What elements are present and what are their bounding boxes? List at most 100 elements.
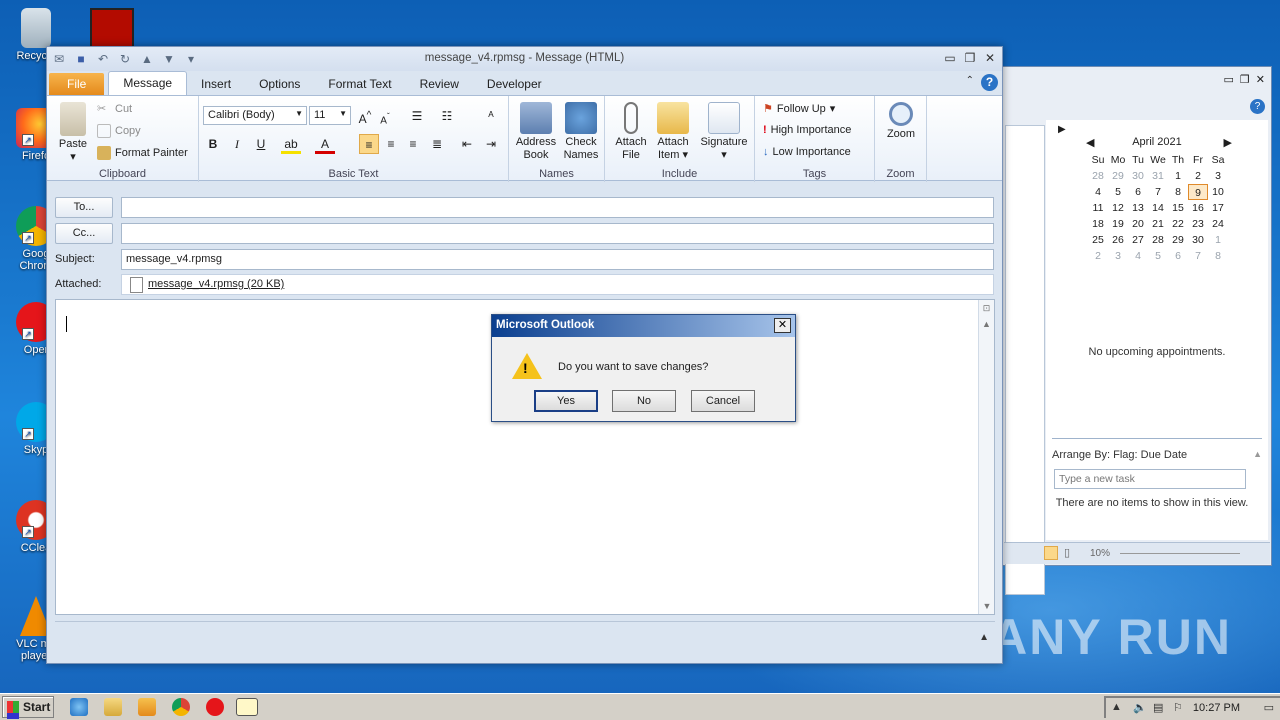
tab-message[interactable]: Message (108, 71, 188, 95)
bg-window-controls: ▭ ❐ ✕ (1224, 73, 1266, 86)
attach-item-button[interactable]: Attach Item ▾ (653, 102, 693, 162)
scroll-up-icon[interactable]: ▲ (979, 316, 994, 332)
week-row[interactable]: 2345678 (1088, 248, 1228, 264)
taskbar: Start ▲ 🔈 ▤ ⚐ 10:27 PM ▭ (0, 693, 1280, 720)
bullets-icon[interactable]: ☰ (407, 106, 427, 126)
cut-button[interactable]: ✂ Cut (97, 102, 132, 116)
zoom-slider[interactable] (1120, 553, 1240, 554)
tab-developer[interactable]: Developer (473, 73, 556, 95)
title-bar: ✉ ■ ↶ ↻ ▲ ▼ ▾ message_v4.rpmsg - Message… (47, 47, 1002, 71)
font-size-select[interactable]: 11 ▼ (309, 106, 351, 125)
ie-taskbar-icon[interactable] (70, 698, 88, 716)
scroll-down-icon[interactable]: ▼ (979, 598, 995, 614)
highlight-icon[interactable]: ab (281, 134, 301, 154)
align-left-icon[interactable]: ≡ (359, 134, 379, 154)
reading-view-icon[interactable]: ▯ (1064, 546, 1070, 559)
show-hidden-icons-icon[interactable]: ▲ (1111, 701, 1122, 713)
maximize-icon[interactable]: ❐ (1240, 73, 1250, 86)
clear-formatting-icon[interactable]: ᴬ (481, 106, 501, 126)
dialog-message: Do you want to save changes? (558, 361, 709, 373)
check-names-button[interactable]: Check Names (559, 102, 603, 162)
ruler-icon[interactable]: ⊡ (979, 300, 994, 316)
address-book-button[interactable]: Address Book (513, 102, 559, 162)
explorer-taskbar-icon[interactable] (104, 698, 122, 716)
tab-file[interactable]: File (49, 73, 105, 95)
opera-taskbar-icon[interactable] (206, 698, 224, 716)
zoom-button[interactable]: Zoom (881, 102, 921, 141)
window-controls: ▭ ❐ ✕ (942, 50, 998, 66)
maximize-icon[interactable]: ❐ (962, 50, 978, 66)
weekday-row: Su Mo Tu We Th Fr Sa (1091, 154, 1225, 166)
tab-options[interactable]: Options (245, 73, 314, 95)
cc-field[interactable] (121, 223, 994, 244)
sort-icon[interactable]: ▲ (1253, 449, 1262, 459)
normal-view-icon[interactable] (1044, 546, 1058, 560)
follow-up-button[interactable]: ⚑ Follow Up ▾ (763, 102, 835, 116)
signature-icon (708, 102, 740, 134)
chrome-taskbar-icon[interactable] (172, 698, 190, 716)
next-month-icon[interactable]: ▶ (1224, 136, 1232, 149)
numbering-icon[interactable]: ☷ (437, 106, 457, 126)
network-icon[interactable]: ▤ (1153, 701, 1163, 714)
desktop-icon-label: Oper (23, 344, 49, 356)
font-name-select[interactable]: Calibri (Body) ▼ (203, 106, 307, 125)
media-player-taskbar-icon[interactable] (138, 698, 156, 716)
tab-review[interactable]: Review (406, 73, 473, 95)
body-scrollbar[interactable]: ⊡ ▲ ▼ (978, 300, 994, 614)
new-task-input[interactable]: Type a new task (1054, 469, 1246, 489)
tab-insert[interactable]: Insert (187, 73, 245, 95)
bold-icon[interactable]: B (203, 134, 223, 154)
low-importance-button[interactable]: ↓ Low Importance (763, 146, 851, 158)
week-row[interactable]: 28 29 30 31 1 2 3 (1088, 168, 1228, 184)
week-row[interactable]: 4 5 6 7 8 9 10 (1088, 184, 1228, 200)
arrange-by-header[interactable]: Arrange By: Flag: Due Date ▲ (1052, 438, 1262, 461)
attachment-link[interactable]: message_v4.rpmsg (20 KB) (126, 278, 284, 290)
week-row[interactable]: 18 19 20 21 22 23 24 (1088, 216, 1228, 232)
minimize-icon[interactable]: ▭ (942, 50, 958, 66)
font-color-icon[interactable]: A (315, 134, 335, 154)
week-row[interactable]: 11 12 13 14 15 16 17 (1088, 200, 1228, 216)
cancel-button[interactable]: Cancel (691, 390, 755, 412)
attach-file-button[interactable]: Attach File (611, 102, 651, 162)
prev-month-icon[interactable]: ◀ (1086, 136, 1094, 149)
increase-indent-icon[interactable]: ⇥ (481, 134, 501, 154)
align-right-icon[interactable]: ≡ (403, 134, 423, 154)
underline-icon[interactable]: U (251, 134, 271, 154)
cc-button[interactable]: Cc... (55, 223, 113, 244)
outlook-taskbar-icon[interactable] (236, 698, 258, 716)
close-icon[interactable]: ✕ (1256, 73, 1265, 86)
acrobat-desktop-icon[interactable] (90, 8, 134, 48)
shrink-font-icon[interactable]: Aˇ (375, 106, 395, 126)
close-icon[interactable]: ✕ (982, 50, 998, 66)
justify-icon[interactable]: ≣ (427, 134, 447, 154)
to-field[interactable] (121, 197, 994, 218)
format-painter-button[interactable]: Format Painter (97, 146, 188, 160)
yes-button[interactable]: Yes (534, 390, 598, 412)
paste-button[interactable]: Paste ▾ (53, 102, 93, 164)
show-desktop-icon[interactable]: ▭ (1264, 701, 1274, 714)
italic-icon[interactable]: I (227, 134, 247, 154)
start-button[interactable]: Start (2, 696, 54, 718)
subject-field[interactable]: message_v4.rpmsg (121, 249, 994, 270)
paperclip-icon (624, 102, 638, 134)
minimize-icon[interactable]: ▭ (1224, 73, 1234, 86)
decrease-indent-icon[interactable]: ⇤ (457, 134, 477, 154)
dialog-close-icon[interactable]: ✕ (774, 318, 791, 333)
help-icon[interactable]: ? (981, 74, 998, 91)
grow-font-icon[interactable]: A^ (355, 106, 375, 126)
dialog-title: Microsoft Outlook (496, 319, 595, 331)
help-icon[interactable]: ? (1250, 99, 1265, 114)
week-row[interactable]: 25 26 27 28 29 30 1 (1088, 232, 1228, 248)
to-button[interactable]: To... (55, 197, 113, 218)
expand-people-pane-icon[interactable]: ▲ (979, 632, 989, 643)
minimize-ribbon-icon[interactable]: ⌃ (966, 75, 974, 86)
no-button[interactable]: No (612, 390, 676, 412)
align-center-icon[interactable]: ≡ (381, 134, 401, 154)
action-center-flag-icon[interactable]: ⚐ (1173, 701, 1183, 714)
copy-button[interactable]: Copy (97, 124, 141, 138)
signature-button[interactable]: Signature ▾ (697, 102, 751, 162)
tab-format-text[interactable]: Format Text (314, 73, 405, 95)
expand-icon[interactable]: ▶ (1058, 124, 1066, 135)
volume-icon[interactable]: 🔈 (1133, 701, 1147, 714)
high-importance-button[interactable]: ! High Importance (763, 124, 851, 136)
